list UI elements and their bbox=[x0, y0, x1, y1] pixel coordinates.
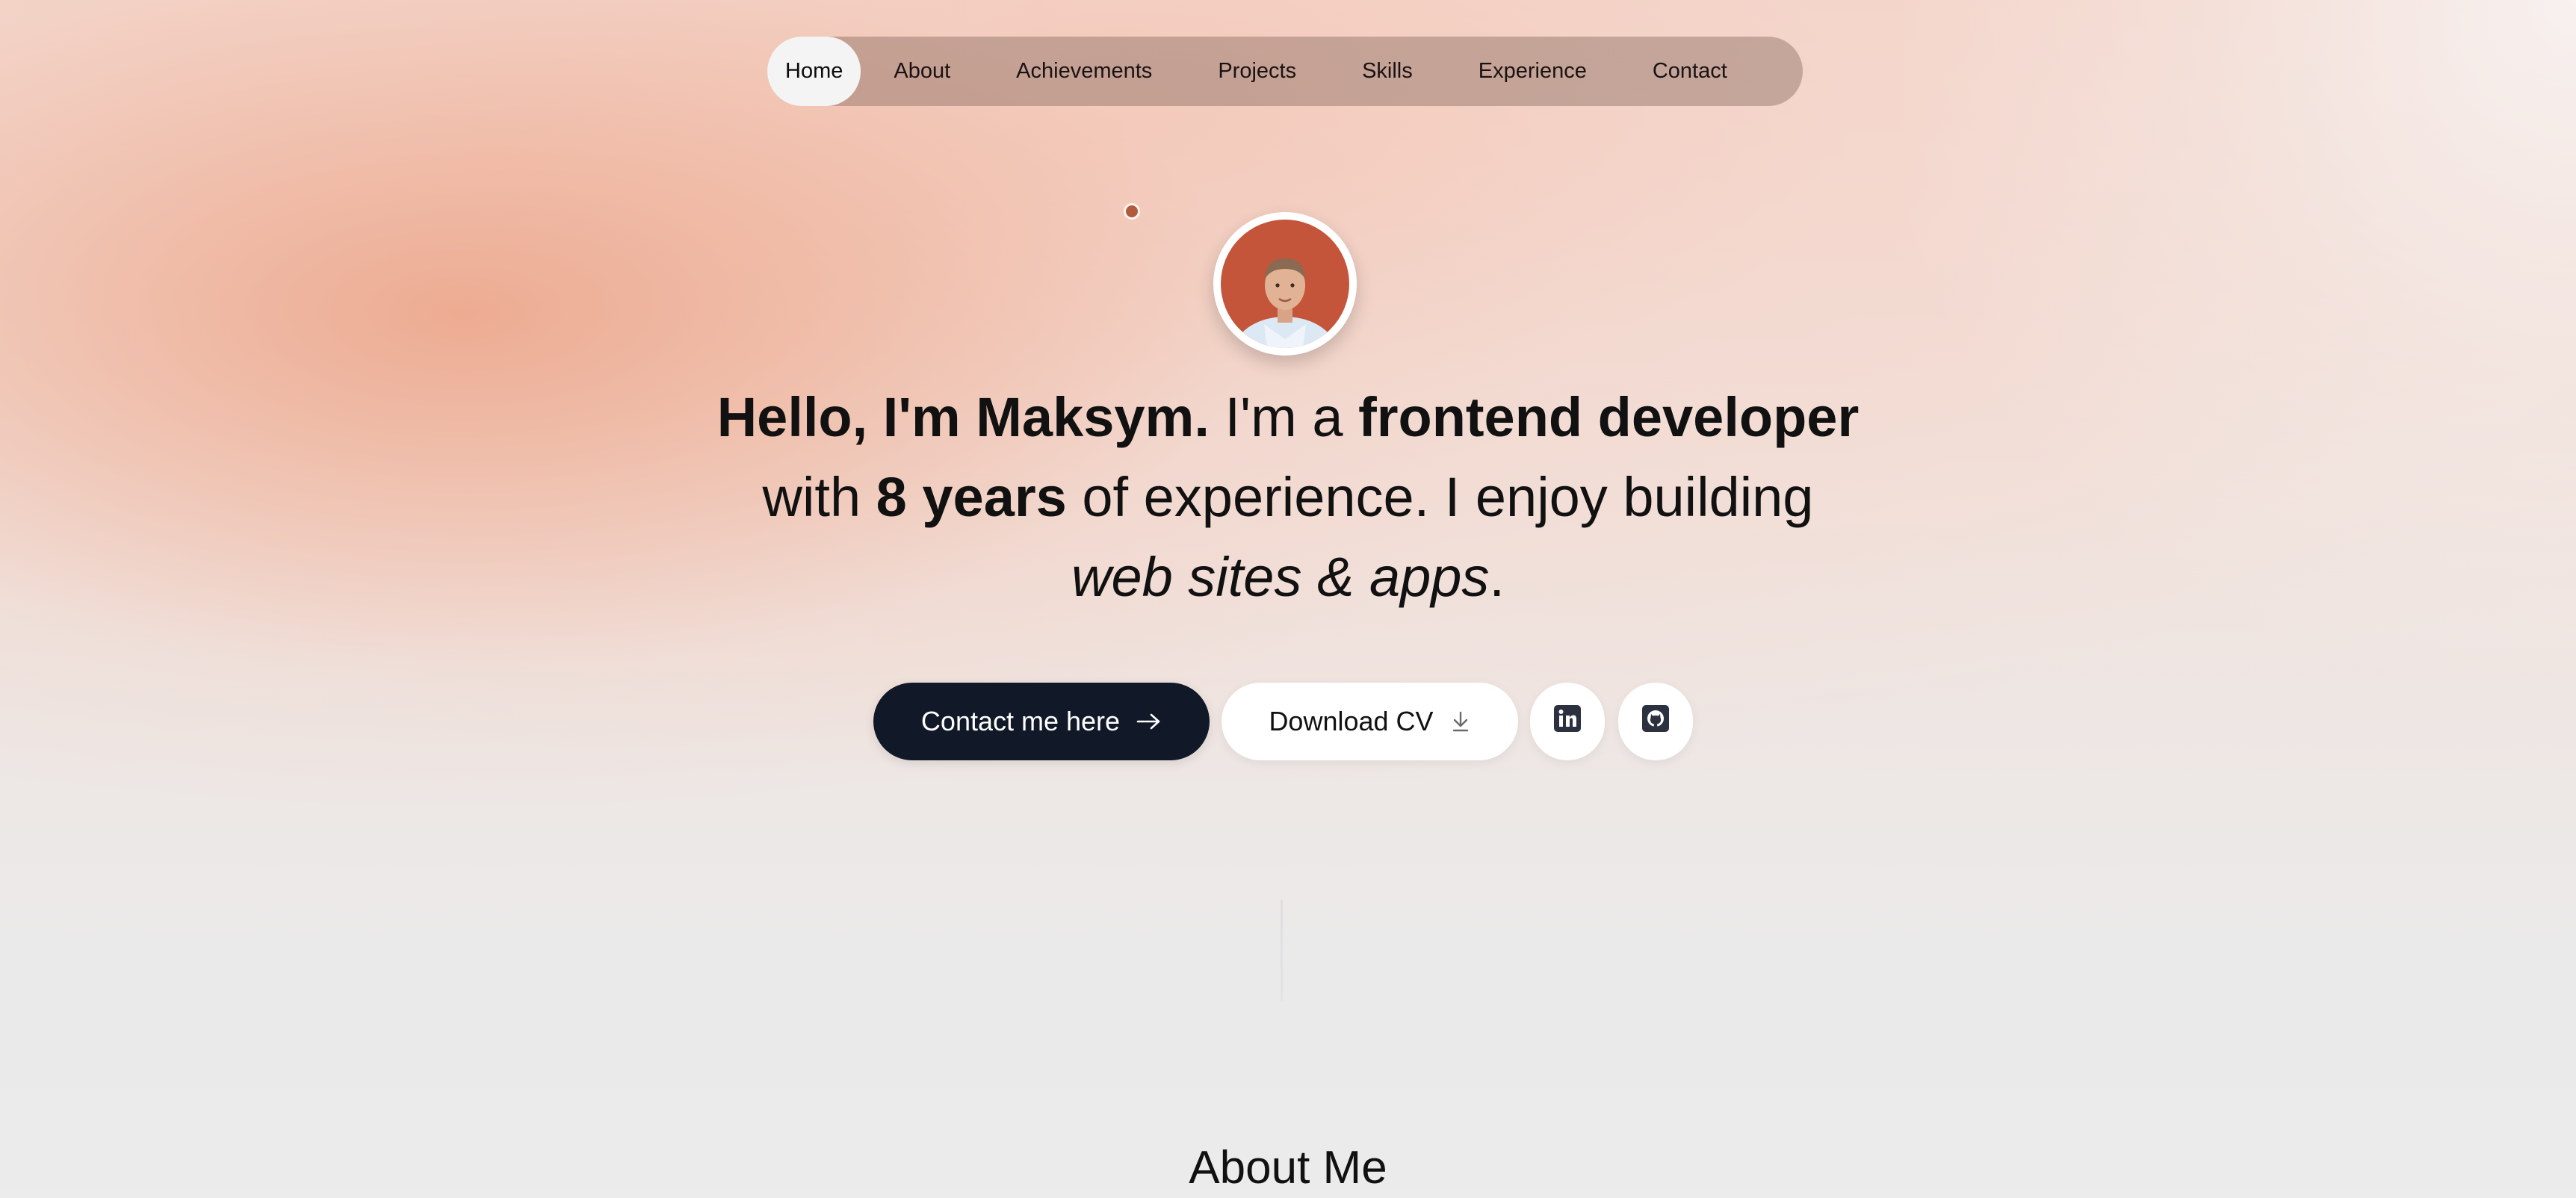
linkedin-button[interactable] bbox=[1530, 683, 1605, 760]
hero-text-3: with bbox=[762, 466, 876, 528]
nav-item-experience[interactable]: Experience bbox=[1446, 37, 1620, 106]
nav-item-contact[interactable]: Contact bbox=[1620, 37, 1760, 106]
hero-greeting: Hello, I'm Maksym. bbox=[716, 386, 1210, 448]
nav-item-home[interactable]: Home bbox=[767, 37, 861, 106]
linkedin-icon bbox=[1553, 704, 1582, 739]
nav-item-skills[interactable]: Skills bbox=[1329, 37, 1446, 106]
nav-item-achievements[interactable]: Achievements bbox=[983, 37, 1185, 106]
nav-item-about[interactable]: About bbox=[861, 37, 983, 106]
hero-role: frontend developer bbox=[1358, 386, 1860, 448]
hero-text-4: of experience. I enjoy building bbox=[1066, 466, 1814, 528]
hero-focus: web sites & apps bbox=[1071, 546, 1490, 608]
download-icon bbox=[1450, 710, 1471, 733]
download-cv-label: Download CV bbox=[1269, 706, 1434, 736]
scroll-divider bbox=[1281, 900, 1283, 1001]
main-nav: Home About Achievements Projects Skills … bbox=[767, 37, 1803, 106]
avatar-photo bbox=[1221, 220, 1349, 348]
hero-period: . bbox=[1489, 546, 1505, 608]
github-icon bbox=[1641, 704, 1670, 739]
hero-years: 8 years bbox=[876, 466, 1067, 528]
about-section-title: About Me bbox=[1189, 1142, 1387, 1194]
contact-button-label: Contact me here bbox=[920, 706, 1121, 736]
github-button[interactable] bbox=[1618, 683, 1693, 760]
nav-item-projects[interactable]: Projects bbox=[1185, 37, 1329, 106]
contact-button[interactable]: Contact me here bbox=[873, 683, 1210, 760]
decorative-dot bbox=[1124, 203, 1140, 220]
download-cv-button[interactable]: Download CV bbox=[1222, 683, 1518, 760]
hero-headline: Hello, I'm Maksym. I'm a frontend develo… bbox=[616, 377, 1960, 617]
arrow-right-icon bbox=[1136, 713, 1162, 730]
hero-text-2: I'm a bbox=[1209, 386, 1359, 448]
avatar bbox=[1213, 212, 1357, 356]
